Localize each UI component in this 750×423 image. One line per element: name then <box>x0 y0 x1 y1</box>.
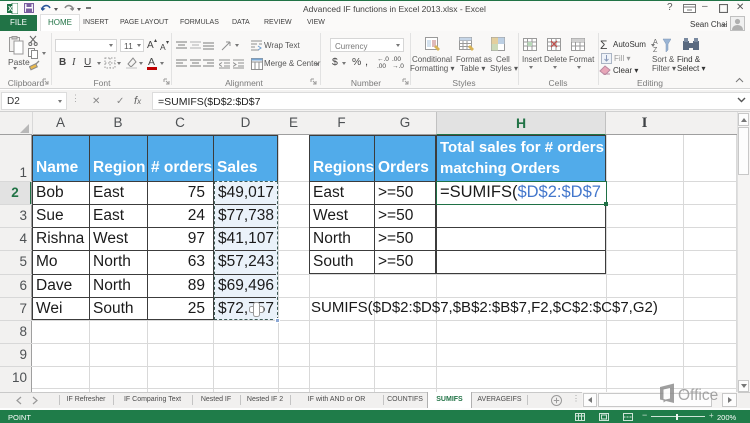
svg-text:X: X <box>8 6 13 13</box>
svg-text:Office: Office <box>678 387 718 404</box>
svg-text:A: A <box>653 39 658 46</box>
svg-text:Z: Z <box>653 47 658 53</box>
